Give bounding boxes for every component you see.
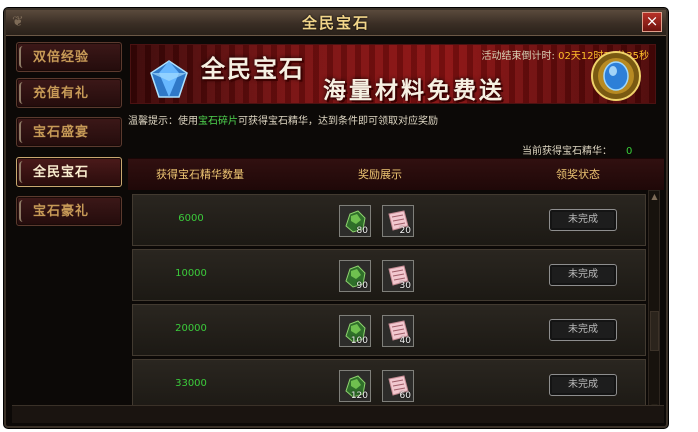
item-quantity: 80 [356,226,368,236]
sidebar-item-all-people-gem[interactable]: 全民宝石 [16,157,122,187]
reward-item-ore[interactable]: 80 [339,205,371,237]
banner-slogan: 海量材料免费送 [323,77,505,104]
reward-item-ore[interactable]: 100 [339,315,371,347]
item-quantity: 120 [350,391,368,401]
row-amount: 20000 [175,323,207,334]
bottom-bar [12,405,664,423]
header-reward: 奖励展示 [358,168,402,181]
claim-status-button[interactable]: 未完成 [549,374,617,396]
reward-item-ore[interactable]: 120 [339,370,371,402]
item-quantity: 60 [399,391,411,401]
tab-bracket-icon [19,46,29,68]
sidebar-item-label: 宝石豪礼 [33,204,90,219]
sidebar-item-recharge-gift[interactable]: 充值有礼 [16,78,122,108]
tip-text: 温馨提示：使用宝石碎片可获得宝石精华，达到条件即可领取对应奖励 [128,112,438,127]
sidebar-item-label: 充值有礼 [33,86,90,101]
sidebar: 双倍经验 充值有礼 宝石盛宴 全民宝石 宝石豪礼 [12,40,124,424]
title-bar[interactable]: ❦ 全民宝石 × [6,10,666,36]
tip-prefix: 温馨提示：使用 [128,116,198,127]
row-amount: 33000 [175,378,207,389]
sidebar-item-label: 宝石盛宴 [33,125,90,140]
item-quantity: 90 [356,281,368,291]
item-quantity: 20 [399,226,411,236]
reward-item-scroll[interactable]: 40 [382,315,414,347]
golden-gem-ornament-icon [591,51,641,101]
countdown-label: 活动结束倒计时: [481,51,555,62]
reward-item-ore[interactable]: 90 [339,260,371,292]
reward-item-scroll[interactable]: 30 [382,260,414,292]
sidebar-item-gem-gift[interactable]: 宝石豪礼 [16,196,122,226]
table-header: 获得宝石精华数量 奖励展示 领奖状态 [128,158,664,190]
table-row: 10000 90 30 未完成 [132,249,646,301]
sidebar-item-double-exp[interactable]: 双倍经验 [16,42,122,72]
gained-essence: 当前获得宝石精华： 0 [522,142,632,157]
row-amount: 6000 [178,213,204,224]
tab-bracket-icon [19,200,29,222]
item-quantity: 100 [350,336,368,346]
row-amount: 10000 [175,268,207,279]
reward-item-scroll[interactable]: 60 [382,370,414,402]
table-row: 6000 80 20 未完成 [132,194,646,246]
item-quantity: 40 [399,336,411,346]
reward-item-scroll[interactable]: 20 [382,205,414,237]
gained-essence-label: 当前获得宝石精华： [522,146,612,157]
content-panel: 全民宝石 海量材料免费送 活动结束倒计时: 02天12时25分35秒 温馨提示：… [128,40,664,424]
event-banner: 全民宝石 海量材料免费送 活动结束倒计时: 02天12时25分35秒 [130,44,656,104]
scrollbar-thumb[interactable] [650,311,659,351]
blue-gem-icon [150,60,188,98]
tip-highlight-link[interactable]: 宝石碎片 [198,116,238,127]
tip-suffix: 可获得宝石精华，达到条件即可领取对应奖励 [238,116,438,127]
sidebar-item-label: 全民宝石 [33,165,90,180]
tab-bracket-icon [19,82,29,104]
item-quantity: 30 [399,281,411,291]
banner-title: 全民宝石 [201,54,305,83]
event-window: ❦ 全民宝石 × 双倍经验 充值有礼 宝石盛宴 全民宝石 宝石豪礼 全民宝石 海… [4,8,668,428]
scrollbar[interactable]: ▲ ▼ [648,190,660,414]
sidebar-item-gem-feast[interactable]: 宝石盛宴 [16,117,122,147]
window-title: 全民宝石 [301,14,370,32]
claim-status-button[interactable]: 未完成 [549,264,617,286]
table-row: 20000 100 40 未完成 [132,304,646,356]
close-button[interactable]: × [642,12,662,32]
sidebar-item-label: 双倍经验 [33,50,90,65]
tab-bracket-icon [19,121,29,143]
close-icon: × [645,12,659,30]
header-status: 领奖状态 [556,168,600,181]
claim-status-button[interactable]: 未完成 [549,319,617,341]
gained-essence-value: 0 [626,146,633,157]
tab-bracket-icon [19,161,29,183]
table-row: 33000 120 60 未完成 [132,359,646,411]
claim-status-button[interactable]: 未完成 [549,209,617,231]
scroll-up-icon[interactable]: ▲ [650,192,659,201]
header-amount: 获得宝石精华数量 [156,168,244,181]
